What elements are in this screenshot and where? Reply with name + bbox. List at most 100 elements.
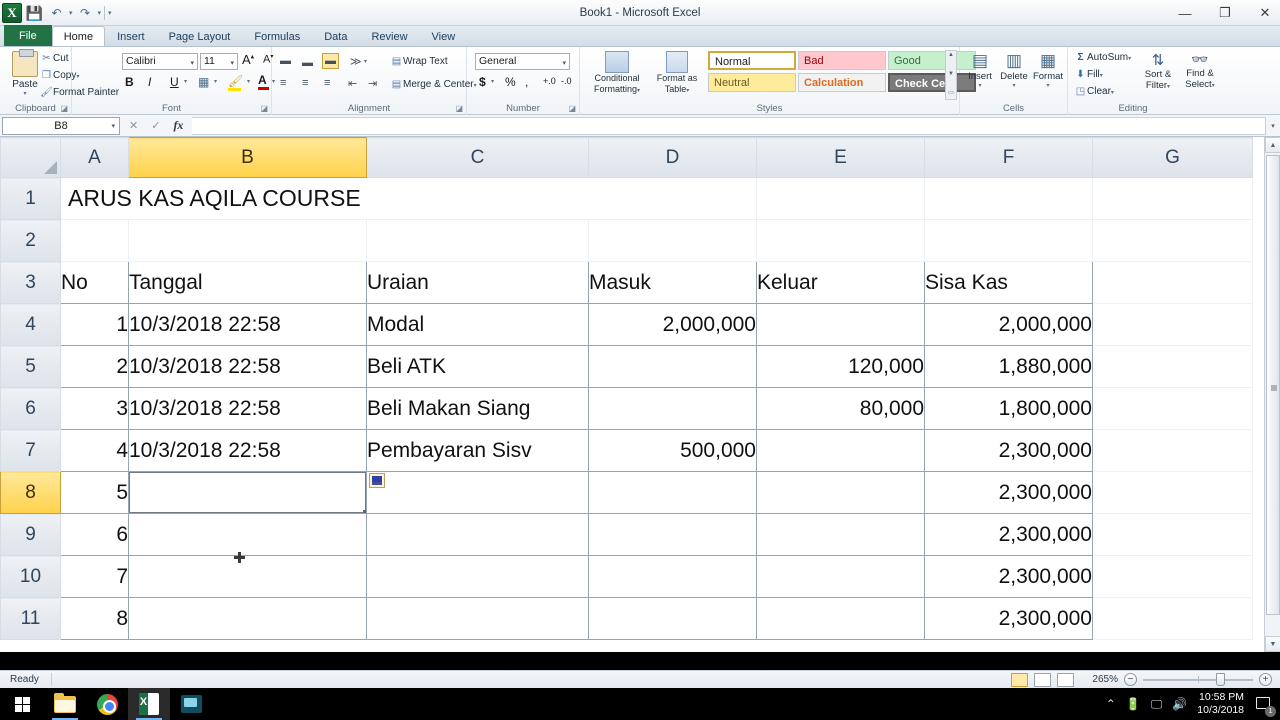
cell-a3[interactable]: No: [60, 261, 129, 304]
borders-icon[interactable]: ▦: [198, 75, 209, 89]
font-size-dropdown-icon[interactable]: ▾: [230, 59, 234, 67]
align-bottom-icon[interactable]: ▬: [322, 53, 339, 69]
cell-c7[interactable]: Pembayaran Sisv: [366, 429, 589, 472]
orientation-icon[interactable]: ≫: [350, 55, 362, 68]
name-box[interactable]: B8 ▾: [2, 116, 120, 135]
format-cells-dropdown-icon[interactable]: ▾: [1031, 82, 1065, 89]
column-header-b[interactable]: B: [128, 137, 367, 178]
borders-dropdown-icon[interactable]: ▾: [214, 78, 217, 85]
percent-icon[interactable]: %: [505, 75, 516, 89]
taskbar-clock[interactable]: 10:58 PM 10/3/2018: [1197, 691, 1244, 717]
tab-formulas[interactable]: Formulas: [242, 26, 312, 46]
cell-e11[interactable]: [756, 597, 925, 640]
cell-e7[interactable]: [756, 429, 925, 472]
styles-scroll-down-icon[interactable]: ▼: [946, 71, 956, 77]
cell-f9[interactable]: 2,300,000: [924, 513, 1093, 556]
find-select-button[interactable]: 👓 Find & Select▾: [1180, 51, 1220, 92]
align-center-icon[interactable]: ≡: [302, 77, 308, 89]
cell-f2[interactable]: [924, 219, 1093, 262]
cell-e10[interactable]: [756, 555, 925, 598]
underline-button[interactable]: U: [170, 75, 179, 89]
cell-e6[interactable]: 80,000: [756, 387, 925, 430]
spreadsheet-grid[interactable]: A B C D E F G 1 ARUS KAS AQILA COURSE 2: [0, 137, 1280, 652]
cell-c4[interactable]: Modal: [366, 303, 589, 346]
cell-f4[interactable]: 2,000,000: [924, 303, 1093, 346]
column-header-d[interactable]: D: [588, 137, 757, 178]
cell-a2[interactable]: [60, 219, 129, 262]
scroll-up-icon[interactable]: ▲: [1265, 137, 1280, 153]
align-left-icon[interactable]: ≡: [280, 77, 286, 89]
zoom-level[interactable]: 265%: [1080, 674, 1118, 685]
cell-e5[interactable]: 120,000: [756, 345, 925, 388]
number-format-select[interactable]: General ▾: [475, 53, 570, 70]
row-header-2[interactable]: 2: [0, 219, 61, 262]
comma-style-icon[interactable]: ,: [525, 75, 528, 89]
cell-a6[interactable]: 3: [60, 387, 129, 430]
taskbar-item-google-chrome[interactable]: [86, 688, 128, 720]
currency-dropdown-icon[interactable]: ▾: [491, 78, 494, 85]
cell-g7[interactable]: [1092, 429, 1253, 472]
cell-g10[interactable]: [1092, 555, 1253, 598]
vertical-scrollbar[interactable]: ▲ ▼: [1264, 137, 1280, 652]
restore-button[interactable]: ❐: [1216, 5, 1234, 21]
paste-dropdown-icon[interactable]: ▾: [6, 90, 44, 97]
volume-icon[interactable]: 🔊: [1172, 697, 1187, 711]
cell-a1[interactable]: ARUS KAS AQILA COURSE: [60, 177, 757, 220]
zoom-in-button[interactable]: +: [1259, 673, 1272, 686]
cell-c9[interactable]: [366, 513, 589, 556]
cell-c3[interactable]: Uraian: [366, 261, 589, 304]
font-size-input[interactable]: 11 ▾: [200, 53, 238, 70]
styles-gallery-scrollbar[interactable]: ▲ ▼ ▭: [945, 50, 957, 100]
italic-button[interactable]: I: [148, 75, 151, 89]
row-header-3[interactable]: 3: [0, 261, 61, 304]
cell-f6[interactable]: 1,800,000: [924, 387, 1093, 430]
align-right-icon[interactable]: ≡: [324, 77, 330, 89]
cell-e8[interactable]: [756, 471, 925, 514]
underline-dropdown-icon[interactable]: ▾: [184, 78, 187, 85]
autosum-button[interactable]: Σ AutoSum▾: [1074, 52, 1131, 63]
font-color-icon[interactable]: A: [258, 73, 269, 90]
row-header-11[interactable]: 11: [0, 597, 61, 640]
cell-a7[interactable]: 4: [60, 429, 129, 472]
font-name-input[interactable]: Calibri ▾: [122, 53, 198, 70]
tab-insert[interactable]: Insert: [105, 26, 157, 46]
normal-view-icon[interactable]: [1011, 672, 1028, 687]
fill-button[interactable]: ⬇ Fill▾: [1074, 69, 1103, 80]
alignment-dialog-launcher[interactable]: ◪: [455, 104, 463, 113]
tab-data[interactable]: Data: [312, 26, 359, 46]
cell-b7[interactable]: 10/3/2018 22:58: [128, 429, 367, 472]
cell-e2[interactable]: [756, 219, 925, 262]
column-header-f[interactable]: F: [924, 137, 1093, 178]
column-header-e[interactable]: E: [756, 137, 925, 178]
cell-f10[interactable]: 2,300,000: [924, 555, 1093, 598]
confirm-entry-icon[interactable]: ✓: [151, 119, 160, 132]
cell-b11[interactable]: [128, 597, 367, 640]
row-header-4[interactable]: 4: [0, 303, 61, 346]
merge-center-button[interactable]: ▤ Merge & Center▾: [390, 79, 477, 90]
cell-d6[interactable]: [588, 387, 757, 430]
cell-f7[interactable]: 2,300,000: [924, 429, 1093, 472]
paste-button[interactable]: Paste ▾: [6, 49, 44, 97]
select-all-corner[interactable]: [0, 137, 61, 178]
cell-g3[interactable]: [1092, 261, 1253, 304]
cell-g9[interactable]: [1092, 513, 1253, 556]
formula-input[interactable]: [192, 116, 1266, 135]
cell-a10[interactable]: 7: [60, 555, 129, 598]
name-box-dropdown-icon[interactable]: ▾: [111, 122, 115, 130]
cell-e9[interactable]: [756, 513, 925, 556]
font-name-dropdown-icon[interactable]: ▾: [190, 59, 194, 67]
conditional-formatting-button[interactable]: Conditional Formatting▾: [585, 51, 649, 97]
tab-view[interactable]: View: [420, 26, 468, 46]
cell-b2[interactable]: [128, 219, 367, 262]
row-header-1[interactable]: 1: [0, 177, 61, 220]
network-icon[interactable]: 🖵: [1151, 697, 1163, 712]
cell-g2[interactable]: [1092, 219, 1253, 262]
bold-button[interactable]: B: [125, 75, 134, 89]
autosum-dropdown-icon[interactable]: ▾: [1128, 56, 1131, 62]
clear-button[interactable]: ◳ Clear▾: [1074, 86, 1114, 97]
cancel-entry-icon[interactable]: ✕: [129, 119, 138, 132]
cell-a9[interactable]: 6: [60, 513, 129, 556]
cell-g1[interactable]: [1092, 177, 1253, 220]
cell-b3[interactable]: Tanggal: [128, 261, 367, 304]
fill-color-dropdown-icon[interactable]: ▾: [247, 78, 250, 85]
